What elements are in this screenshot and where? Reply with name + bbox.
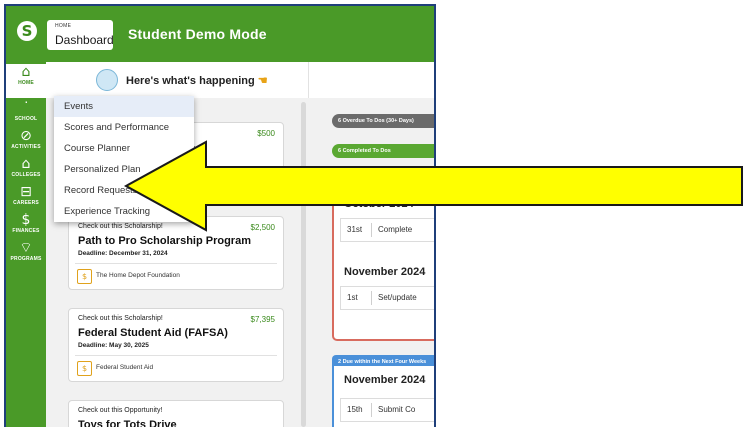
yellow-arrow-shape xyxy=(123,140,743,232)
annotation-arrow xyxy=(123,140,743,232)
